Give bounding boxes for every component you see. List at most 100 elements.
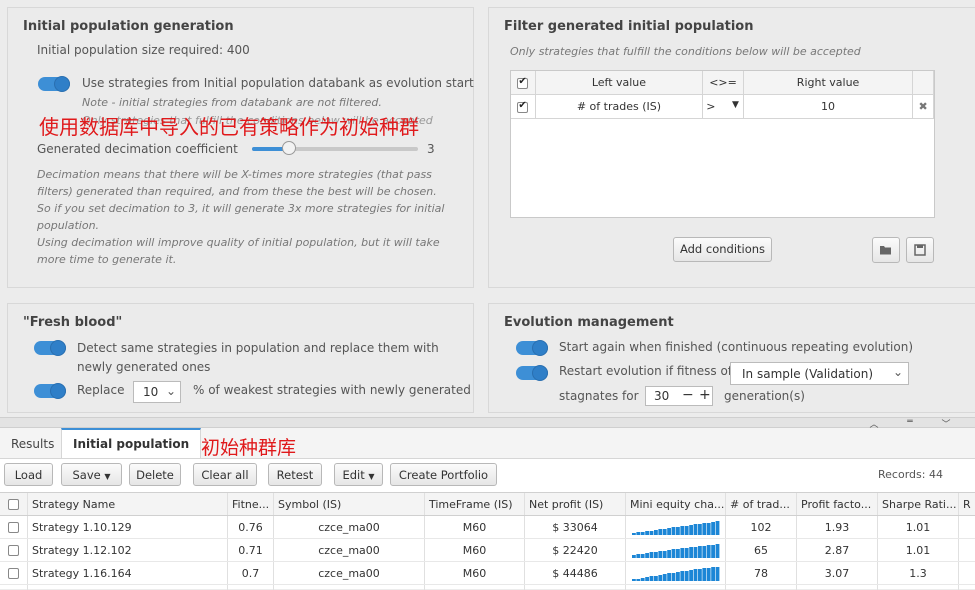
table-row[interactable]: Strategy 1.12.1020.71czce_ma00M60$ 22420… — [0, 539, 975, 562]
plus-icon[interactable]: + — [699, 387, 711, 403]
evolution-panel: Evolution management Start again when fi… — [488, 303, 975, 413]
col-mini-equity[interactable]: Mini equity cha... — [626, 493, 726, 516]
filter-right-cell[interactable]: 10 — [743, 95, 912, 119]
delete-button[interactable]: Delete — [129, 463, 181, 486]
chevron-down-icon: ⌄ — [166, 384, 176, 398]
restart-select[interactable]: In sample (Validation) ⌄ — [730, 362, 909, 385]
symbol-value: czce_ma00 — [274, 585, 425, 590]
timeframe-value: M60 — [425, 562, 525, 585]
folder-icon[interactable] — [872, 237, 900, 263]
col-profit-factor[interactable]: Profit facto... — [797, 493, 878, 516]
decimation-desc-2: So if you set decimation to 3, it will g… — [37, 200, 457, 234]
filter-select-all-checkbox[interactable] — [517, 78, 528, 89]
trades-value: 78 — [726, 562, 797, 585]
databank-area: Results Initial population 初始种群库 Load Sa… — [0, 428, 975, 589]
databank-note: Note - initial strategies from databank … — [82, 94, 382, 111]
minus-icon[interactable]: − — [682, 387, 694, 403]
tab-initial-population[interactable]: Initial population — [61, 428, 201, 458]
row-checkbox[interactable] — [8, 545, 19, 556]
edit-button[interactable]: Edit ▼ — [334, 463, 383, 486]
start-again-toggle[interactable] — [516, 341, 548, 355]
detect-toggle[interactable] — [34, 341, 66, 355]
r-exp-value — [959, 516, 975, 539]
clear-all-button[interactable]: Clear all — [193, 463, 257, 486]
replace-select[interactable]: 10 ⌄ — [133, 381, 181, 403]
filter-row-checkbox[interactable] — [517, 102, 528, 113]
databank-toggle[interactable] — [38, 77, 70, 91]
trades-value: 92 — [726, 585, 797, 590]
filter-operator-select[interactable]: >▼ — [703, 95, 744, 119]
filter-left-cell[interactable]: # of trades (IS) — [535, 95, 702, 119]
chevron-down-icon[interactable]: ﹀ — [933, 417, 959, 425]
decimation-label: Generated decimation coefficient — [37, 142, 238, 156]
load-button[interactable]: Load — [4, 463, 53, 486]
profit-factor-value: 2.87 — [797, 539, 878, 562]
table-row[interactable]: Strategy 1.16.1640.7czce_ma00M60$ 444867… — [0, 562, 975, 585]
decimation-slider[interactable] — [252, 147, 418, 151]
sharpe-value: 1.01 — [878, 539, 959, 562]
retest-button[interactable]: Retest — [268, 463, 322, 486]
stagnates-stepper[interactable]: 30 − + — [645, 386, 713, 406]
profit-factor-value: 2.23 — [797, 585, 878, 590]
add-conditions-button[interactable]: Add conditions — [673, 237, 772, 262]
col-timeframe[interactable]: TimeFrame (IS) — [425, 493, 525, 516]
sharpe-value: 1.01 — [878, 516, 959, 539]
net-profit-value: $ 33064 — [525, 516, 626, 539]
mini-equity-chart — [626, 585, 726, 590]
select-all-checkbox[interactable] — [8, 499, 19, 510]
fitness-value: 0.71 — [228, 539, 274, 562]
trades-value: 102 — [726, 516, 797, 539]
chevron-down-icon: ⌄ — [893, 365, 903, 379]
save-icon[interactable] — [906, 237, 934, 263]
chevron-up-icon[interactable]: ︿ — [861, 417, 887, 425]
col-strategy-name[interactable]: Strategy Name — [28, 493, 228, 516]
timeframe-value: M60 — [425, 516, 525, 539]
col-fitness[interactable]: Fitne... — [228, 493, 274, 516]
replace-toggle[interactable] — [34, 384, 66, 398]
symbol-value: czce_ma00 — [274, 562, 425, 585]
replace-value: 10 — [143, 385, 158, 399]
menu-icon[interactable]: ═ — [897, 417, 923, 425]
restart-toggle[interactable] — [516, 366, 548, 380]
restart-label: Restart evolution if fitness of — [559, 364, 732, 378]
net-profit-value: $ 44486 — [525, 562, 626, 585]
table-row[interactable]: Strategy 1.17.1070.7czce_ma00M60$ 233149… — [0, 585, 975, 590]
save-button[interactable]: Save ▼ — [61, 463, 122, 486]
table-row[interactable]: Strategy 1.10.1290.76czce_ma00M60$ 33064… — [0, 516, 975, 539]
row-checkbox[interactable] — [8, 522, 19, 533]
splitter-bar[interactable]: ︿ ═ ﹀ — [0, 417, 975, 428]
r-exp-value — [959, 539, 975, 562]
caret-down-icon: ▼ — [368, 472, 374, 481]
remove-icon[interactable]: ✖ — [913, 95, 934, 119]
trades-value: 65 — [726, 539, 797, 562]
create-portfolio-button[interactable]: Create Portfolio — [390, 463, 497, 486]
generations-label: generation(s) — [724, 389, 805, 403]
symbol-value: czce_ma00 — [274, 539, 425, 562]
tab-bar: Results Initial population 初始种群库 — [0, 428, 975, 459]
mini-equity-chart — [626, 539, 726, 562]
databank-label: Use strategies from Initial population d… — [82, 76, 474, 90]
slider-handle[interactable] — [282, 141, 296, 155]
edit-label: Edit — [342, 468, 364, 482]
sharpe-value: 1.3 — [878, 562, 959, 585]
row-checkbox[interactable] — [8, 568, 19, 579]
strategy-name: Strategy 1.10.129 — [28, 516, 228, 539]
col-symbol[interactable]: Symbol (IS) — [274, 493, 425, 516]
replace-suffix: % of weakest strategies with newly gener… — [193, 383, 471, 397]
timeframe-value: M60 — [425, 585, 525, 590]
col-sharpe[interactable]: Sharpe Rati... — [878, 493, 959, 516]
strategy-name: Strategy 1.12.102 — [28, 539, 228, 562]
col-r-exp[interactable]: R Ex — [959, 493, 975, 516]
fitness-value: 0.7 — [228, 585, 274, 590]
net-profit-value: $ 23314 — [525, 585, 626, 590]
sharpe-value: 1.04 — [878, 585, 959, 590]
stagnates-value: 30 — [654, 389, 669, 403]
r-exp-value — [959, 585, 975, 590]
col-trades[interactable]: # of trad... — [726, 493, 797, 516]
profit-factor-value: 3.07 — [797, 562, 878, 585]
tab-results[interactable]: Results — [11, 437, 54, 451]
col-net-profit[interactable]: Net profit (IS) — [525, 493, 626, 516]
col-right-value: Right value — [743, 71, 912, 95]
filter-panel: Filter generated initial population Only… — [488, 7, 975, 288]
col-left-value: Left value — [535, 71, 702, 95]
